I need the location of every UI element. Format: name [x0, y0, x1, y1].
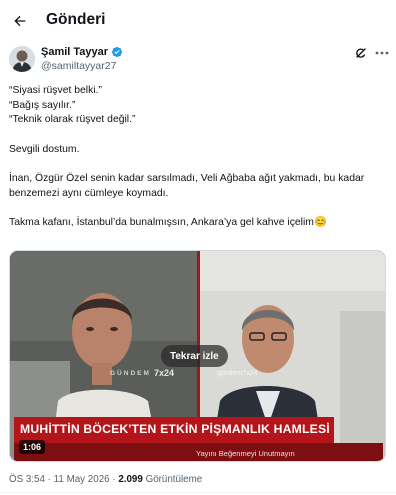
author-name[interactable]: Şamil Tayyar: [41, 46, 108, 58]
views-label: Görüntüleme: [145, 474, 203, 485]
author-handle[interactable]: @samiltayyar27: [41, 60, 116, 72]
tweet-paragraph: Sevgili dostum.: [9, 143, 80, 155]
page-title: Gönderi: [46, 11, 106, 28]
tweet-line: “Teknik olarak rüşvet değil.”: [9, 114, 136, 125]
watermark-handle: gündem7x24: [217, 370, 258, 377]
verified-badge-icon: [111, 46, 123, 58]
grok-icon: [356, 48, 366, 58]
tweet-meta: ÖS 3:54 · 11 May 2026 · 2.099 Görüntülem…: [9, 474, 202, 485]
tweet-line: “Bağış sayılır.”: [9, 99, 76, 111]
divider: [0, 492, 396, 493]
video-duration: 1:06: [19, 440, 46, 454]
tweet-line: “Siyasi rüşvet belki.”: [9, 85, 102, 96]
video-headline: MUHİTTİN BÖCEK'TEN ETKİN PİŞMANLIK HAMLE…: [20, 422, 330, 436]
more-horizontal-icon: [375, 51, 389, 55]
avatar-image: [9, 46, 35, 72]
watermark-left: GÜNDEM: [110, 370, 151, 377]
avatar[interactable]: [9, 46, 35, 72]
tweet-text: “Siyasi rüşvet belki.” “Bağış sayılır.” …: [9, 84, 387, 231]
replay-button[interactable]: Tekrar izle: [161, 345, 228, 367]
more-button[interactable]: [374, 46, 390, 60]
grok-button[interactable]: [353, 45, 369, 61]
post-time[interactable]: ÖS 3:54: [9, 474, 45, 485]
meta-separator: ·: [109, 474, 119, 485]
author-row: Şamil Tayyar: [41, 46, 123, 58]
back-button[interactable]: [8, 9, 32, 33]
meta-separator: ·: [44, 474, 54, 485]
tweet-paragraph: İnan, Özgür Özel senin kadar sarsılmadı,…: [9, 173, 368, 199]
page-header: Gönderi: [0, 0, 396, 42]
watermark-mid: 7x24: [154, 368, 175, 378]
arrow-left-icon: [14, 15, 26, 27]
views-count: 2.099: [118, 474, 143, 485]
post-date[interactable]: 11 May 2026: [54, 474, 110, 485]
video-ticker: Yayını Beğenmeyi Unutmayın: [196, 449, 295, 458]
tweet-paragraph: Takma kafanı, İstanbul’da bunalmışsın, A…: [9, 217, 327, 228]
